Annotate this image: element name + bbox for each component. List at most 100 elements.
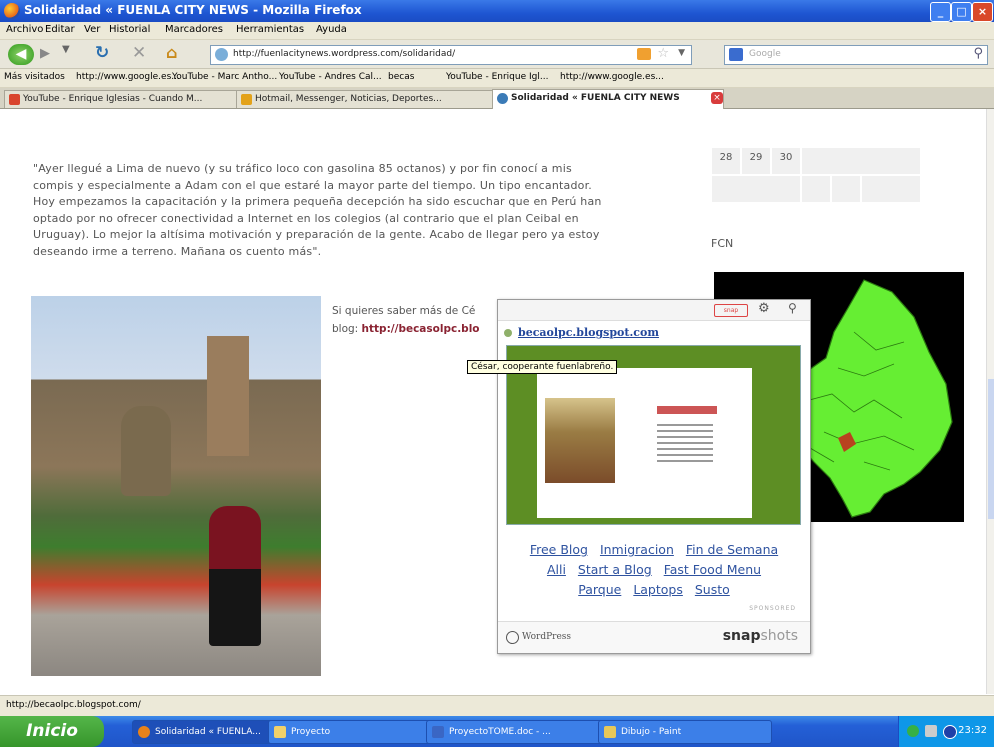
sponsored-link[interactable]: Laptops (633, 582, 683, 597)
bookmark-item[interactable]: YouTube - Enrique Igl... (446, 72, 548, 82)
calendar-empty-cell (861, 175, 921, 203)
back-button[interactable]: ◀ (8, 44, 34, 65)
search-engine-icon[interactable] (729, 48, 743, 61)
paragraph-line: Hoy empezamos la capacitación y la prime… (33, 195, 602, 208)
paragraph-line: compis y especialmente a Adam con el que… (33, 178, 593, 192)
menu-editar[interactable]: Editar (45, 24, 75, 35)
bookmark-item[interactable]: YouTube - Andres Cal... (279, 72, 382, 82)
paragraph-line: optado por no ofrecer conectividad a Int… (33, 211, 579, 225)
bookmarks-toolbar: Más visitados http://www.google.es... Yo… (0, 69, 994, 88)
minimize-button[interactable]: _ (930, 2, 951, 22)
taskbar-item-word[interactable]: ProyectoTOME.doc - ... (426, 720, 614, 744)
sponsored-link[interactable]: Start a Blog (578, 562, 652, 577)
paragraph-line: deseando irme a terreno. Mañana os cuent… (33, 244, 322, 258)
url-text[interactable]: http://fuenlacitynews.wordpress.com/soli… (233, 49, 455, 59)
calendar-day[interactable]: 28 (711, 147, 741, 175)
bookmark-item[interactable]: YouTube - Marc Antho... (172, 72, 277, 82)
status-text: http://becaolpc.blogspot.com/ (6, 700, 141, 710)
tab-favicon (497, 93, 508, 104)
taskbar-item-label: ProyectoTOME.doc - ... (449, 727, 551, 737)
start-label: Inicio (26, 721, 78, 741)
preview-image (545, 398, 615, 483)
menu-marcadores[interactable]: Marcadores (165, 24, 223, 35)
menu-ayuda[interactable]: Ayuda (316, 24, 347, 35)
wordpress-logo-text[interactable]: WordPress (522, 632, 571, 642)
bookmark-item[interactable]: http://www.google.es... (76, 72, 180, 82)
close-tab-icon[interactable]: × (711, 92, 723, 104)
start-button[interactable]: Inicio (0, 716, 104, 747)
forward-button[interactable]: ▶ (40, 46, 50, 61)
fcn-widget-title: FCN (711, 237, 734, 250)
tab-bar: YouTube - Enrique Iglesias - Cuando M...… (0, 88, 994, 109)
menu-historial[interactable]: Historial (109, 24, 150, 35)
taskbar-item-firefox[interactable]: Solidaridad « FUENLA... (132, 720, 284, 744)
close-button[interactable]: × (972, 2, 993, 22)
snapshot-preview-popup[interactable]: snap ⚙ ⚲ becaolpc.blogspot.com Free Blog… (497, 299, 811, 654)
menu-bar: Archivo Editar Ver Historial Marcadores … (0, 22, 994, 40)
reload-icon[interactable]: ↻ (95, 43, 109, 63)
tab-label: YouTube - Enrique Iglesias - Cuando M... (23, 94, 203, 104)
zoom-icon[interactable]: ⚲ (788, 301, 797, 315)
bookmark-item[interactable]: becas (388, 72, 414, 82)
tray-volume-icon[interactable] (925, 725, 937, 737)
sponsored-link[interactable]: Fin de Semana (686, 542, 778, 557)
calendar-empty-cell (801, 147, 921, 175)
menu-archivo[interactable]: Archivo (6, 24, 43, 35)
tray-network-icon[interactable] (907, 725, 919, 737)
sponsored-link[interactable]: Inmigracion (600, 542, 674, 557)
tab-hotmail[interactable]: Hotmail, Messenger, Noticias, Deportes..… (236, 90, 506, 108)
search-icon[interactable]: ⚲ (973, 46, 983, 61)
window-title: Solidaridad « FUENLA CITY NEWS - Mozilla… (24, 3, 362, 17)
word-document-icon (432, 726, 444, 738)
maximize-button[interactable]: □ (951, 2, 972, 22)
sponsored-link[interactable]: Susto (695, 582, 730, 597)
bookmark-item[interactable]: http://www.google.es... (560, 72, 664, 82)
url-dropdown-icon[interactable]: ▼ (678, 48, 685, 58)
system-tray: 23:32 (898, 716, 994, 747)
taskbar-item-folder[interactable]: Proyecto (268, 720, 442, 744)
snapshots-logo-main: snap (722, 628, 761, 644)
sponsored-link[interactable]: Parque (578, 582, 621, 597)
calendar-empty-cell (711, 175, 801, 203)
search-placeholder: Google (749, 49, 781, 59)
gear-icon[interactable]: ⚙ (758, 301, 770, 316)
bookmark-item[interactable]: Más visitados (4, 72, 65, 82)
article-side-text: Si quieres saber más de Cé blog: http://… (332, 302, 492, 338)
page-scrollbar[interactable] (986, 109, 994, 694)
article-photo (31, 296, 321, 676)
stop-icon[interactable]: ✕ (132, 43, 146, 63)
page-content: "Ayer llegué a Lima de nuevo (y su tráfi… (0, 109, 986, 694)
calendar-day[interactable]: 29 (741, 147, 771, 175)
site-identity-icon[interactable] (215, 48, 228, 61)
menu-ver[interactable]: Ver (84, 24, 100, 35)
history-dropdown-icon[interactable]: ▼ (62, 44, 70, 55)
firefox-icon (138, 726, 150, 738)
calendar-widget: 28 29 30 (711, 147, 921, 203)
calendar-day[interactable]: 30 (771, 147, 801, 175)
snapshot-url[interactable]: becaolpc.blogspot.com (518, 326, 659, 339)
snapshots-logo[interactable]: snapshots (723, 628, 798, 644)
tab-favicon (241, 94, 252, 105)
tab-solidaridad[interactable]: Solidaridad « FUENLA CITY NEWS (492, 89, 724, 109)
scrollbar-thumb[interactable] (988, 379, 994, 519)
bookmark-star-icon[interactable]: ☆ (657, 46, 669, 61)
sponsored-link[interactable]: Fast Food Menu (664, 562, 761, 577)
search-box[interactable]: Google ⚲ (724, 45, 988, 65)
home-icon[interactable]: ⌂ (166, 43, 177, 62)
tab-label: Hotmail, Messenger, Noticias, Deportes..… (255, 94, 442, 104)
menu-herramientas[interactable]: Herramientas (236, 24, 304, 35)
rss-icon[interactable] (637, 48, 651, 60)
blog-link[interactable]: http://becasolpc.blo (362, 323, 480, 335)
tray-app-icon[interactable] (943, 725, 957, 739)
url-bar[interactable]: http://fuenlacitynews.wordpress.com/soli… (210, 45, 692, 65)
tab-favicon (9, 94, 20, 105)
snap-options-label[interactable]: snap (714, 304, 748, 317)
paragraph-line: Uruguay). Lo mejor la altísima motivació… (33, 228, 600, 241)
taskbar-item-paint[interactable]: Dibujo - Paint (598, 720, 772, 744)
clock[interactable]: 23:32 (958, 725, 987, 736)
sponsored-link[interactable]: Free Blog (530, 542, 588, 557)
tab-youtube[interactable]: YouTube - Enrique Iglesias - Cuando M... (4, 90, 250, 108)
photo-fountain (121, 406, 171, 496)
sponsored-link[interactable]: Alli (547, 562, 566, 577)
taskbar-item-label: Solidaridad « FUENLA... (155, 727, 261, 737)
